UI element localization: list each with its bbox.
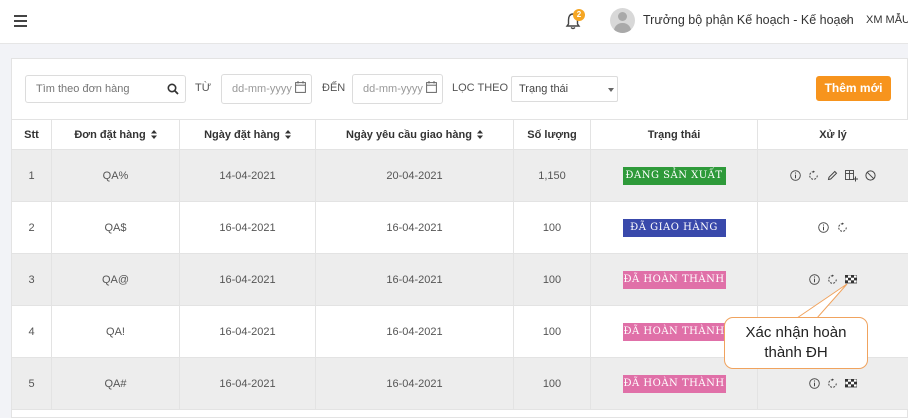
col-header-order[interactable]: Đơn đặt hàng (52, 120, 180, 150)
table-row: 1 QA% 14-04-2021 20-04-2021 1,150 ĐANG S… (12, 150, 908, 202)
col-header-qty: Số lượng (514, 120, 591, 150)
status-badge: ĐÃ HOÀN THÀNH (623, 323, 726, 341)
cell-order-date: 16-04-2021 (180, 306, 316, 358)
status-badge: ĐÃ HOÀN THÀNH (623, 375, 726, 393)
callout-line-2: thành ĐH (725, 343, 867, 363)
to-date-placeholder: dd-mm-yyyy (363, 83, 423, 95)
table-add-icon[interactable] (845, 170, 858, 182)
cell-order-date: 14-04-2021 (180, 150, 316, 202)
col-header-stt: Stt (12, 120, 52, 150)
cell-delivery-date: 16-04-2021 (316, 358, 514, 410)
cell-order: QA$ (52, 202, 180, 254)
info-icon[interactable] (809, 378, 820, 389)
from-label: TỪ (195, 82, 211, 94)
search-input[interactable] (36, 83, 156, 95)
top-bar: 2 Trưởng bộ phận Kế hoạch - Kế hoạch XM … (0, 0, 908, 44)
info-icon[interactable] (818, 222, 829, 233)
cell-actions (758, 202, 908, 254)
search-box[interactable] (25, 75, 186, 103)
cell-delivery-date: 20-04-2021 (316, 150, 514, 202)
from-date-placeholder: dd-mm-yyyy (232, 83, 292, 95)
callout-tooltip: Xác nhận hoàn thành ĐH (724, 317, 868, 369)
cell-status: ĐÃ GIAO HÀNG (591, 202, 758, 254)
from-date-field[interactable]: dd-mm-yyyy (221, 74, 312, 104)
col-header-delivery-date[interactable]: Ngày yêu cầu giao hàng (316, 120, 514, 150)
table-header-row: Stt Đơn đặt hàng Ngày đặt hàng Ngày yêu … (12, 120, 908, 150)
to-label: ĐẾN (322, 82, 345, 94)
status-badge: ĐANG SẢN XUẤT (623, 167, 726, 185)
cell-order: QA@ (52, 254, 180, 306)
calendar-icon[interactable] (295, 81, 306, 93)
cell-status: ĐÃ HOÀN THÀNH (591, 254, 758, 306)
hamburger-icon[interactable] (14, 15, 27, 26)
pencil-icon[interactable] (827, 170, 838, 181)
callout-line-1: Xác nhận hoàn (725, 323, 867, 343)
cell-delivery-date: 16-04-2021 (316, 202, 514, 254)
info-icon[interactable] (790, 170, 801, 181)
col-header-order-date[interactable]: Ngày đặt hàng (180, 120, 316, 150)
avatar[interactable] (610, 8, 635, 33)
col-header-actions: Xử lý (758, 120, 908, 150)
ban-icon[interactable] (865, 170, 876, 181)
sort-icon[interactable] (285, 130, 291, 139)
cell-qty: 100 (514, 254, 591, 306)
cell-stt: 3 (12, 254, 52, 306)
table-row: 3 QA@ 16-04-2021 16-04-2021 100 ĐÃ HOÀN … (12, 254, 908, 306)
to-date-field[interactable]: dd-mm-yyyy (352, 74, 443, 104)
cell-stt: 4 (12, 306, 52, 358)
checkered-flag-icon[interactable] (845, 379, 857, 389)
cell-stt: 2 (12, 202, 52, 254)
sort-icon[interactable] (477, 130, 483, 139)
org-name: XM MẪU (866, 14, 908, 26)
calendar-icon[interactable] (426, 81, 437, 93)
cell-stt: 5 (12, 358, 52, 410)
cell-qty: 100 (514, 306, 591, 358)
cell-qty: 1,150 (514, 150, 591, 202)
cell-delivery-date: 16-04-2021 (316, 254, 514, 306)
cell-order: QA# (52, 358, 180, 410)
search-icon[interactable] (167, 83, 179, 95)
cell-status: ĐANG SẢN XUẤT (591, 150, 758, 202)
col-header-status: Trạng thái (591, 120, 758, 150)
cell-delivery-date: 16-04-2021 (316, 306, 514, 358)
cell-qty: 100 (514, 358, 591, 410)
sort-icon[interactable] (151, 130, 157, 139)
chevron-down-icon[interactable] (842, 16, 850, 24)
cell-actions (758, 150, 908, 202)
refresh-icon[interactable] (827, 378, 838, 389)
cell-qty: 100 (514, 202, 591, 254)
status-badge: ĐÃ HOÀN THÀNH (623, 271, 726, 289)
table-row: 2 QA$ 16-04-2021 16-04-2021 100 ĐÃ GIAO … (12, 202, 908, 254)
add-new-button[interactable]: Thêm mới (816, 76, 891, 101)
refresh-icon[interactable] (837, 222, 848, 233)
cell-order: QA% (52, 150, 180, 202)
user-name[interactable]: Trưởng bộ phận Kế hoạch - Kế hoạch (643, 13, 854, 27)
cell-order-date: 16-04-2021 (180, 358, 316, 410)
refresh-icon[interactable] (808, 170, 819, 181)
status-filter-select[interactable]: Trạng thái (511, 76, 618, 102)
filter-by-label: LỌC THEO (452, 82, 508, 94)
caret-down-icon (608, 88, 614, 92)
cell-order-date: 16-04-2021 (180, 254, 316, 306)
cell-stt: 1 (12, 150, 52, 202)
status-badge: ĐÃ GIAO HÀNG (623, 219, 726, 237)
status-filter-value: Trạng thái (519, 83, 568, 95)
callout-pointer (795, 282, 855, 320)
notification-badge: 2 (573, 9, 585, 21)
cell-order-date: 16-04-2021 (180, 202, 316, 254)
cell-order: QA! (52, 306, 180, 358)
